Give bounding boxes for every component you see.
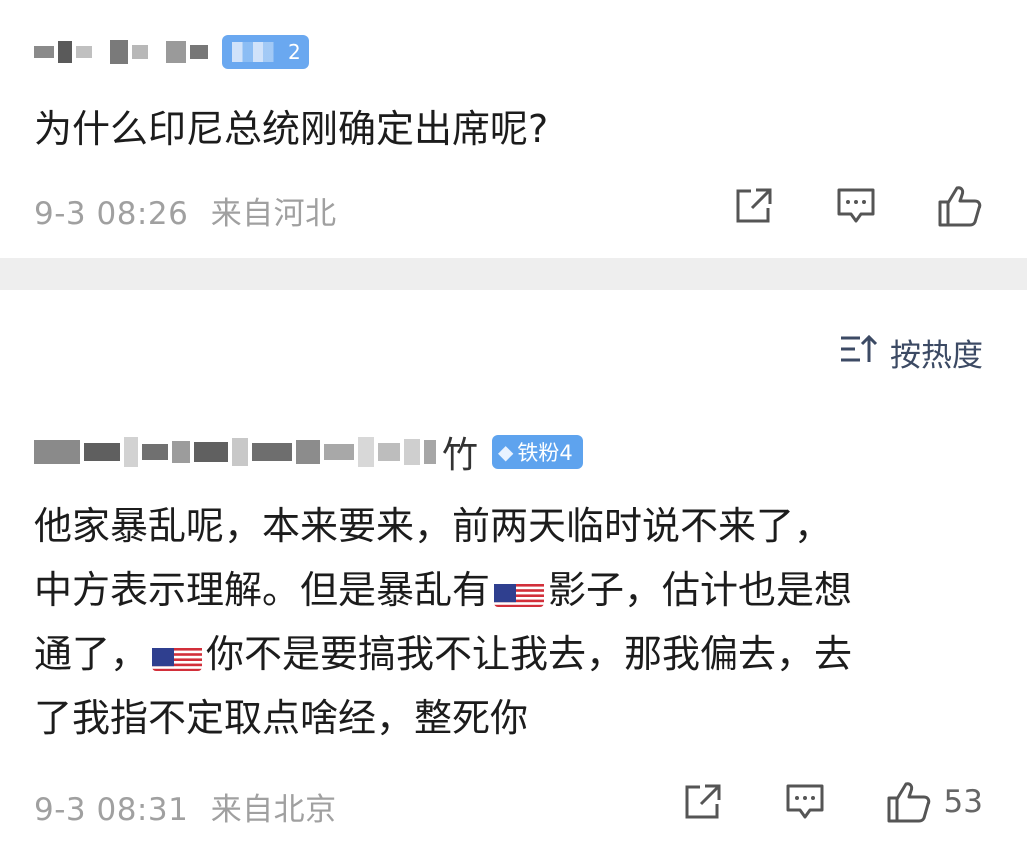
share-icon (682, 782, 724, 822)
fan-level-badge: ◆ 铁粉4 (492, 435, 583, 469)
share-icon (733, 186, 775, 226)
us-flag-icon (152, 637, 203, 671)
comment-icon (835, 186, 877, 226)
comment-time: 9-3 08:26 (34, 196, 189, 232)
share-button[interactable] (733, 186, 775, 226)
comment-meta: 9-3 08:31 来自北京 (34, 784, 337, 829)
comment-location: 来自河北 (210, 196, 337, 232)
us-flag-icon (494, 573, 545, 607)
comment-icon (784, 782, 826, 822)
like-icon (886, 780, 932, 824)
share-button[interactable] (682, 782, 724, 822)
like-icon (937, 184, 983, 228)
like-button[interactable]: 53 (886, 780, 983, 824)
diamond-icon: ◆ (498, 440, 514, 464)
comment-button[interactable] (784, 782, 826, 822)
comment-2: 按热度 竹 ◆ 铁粉4 他家暴乱呢，本来要来，前两天临时说不来了， 中方表示理解… (0, 290, 1027, 853)
sort-by-hot-button[interactable]: 按热度 (838, 330, 983, 375)
sort-icon (838, 332, 890, 374)
username-redacted[interactable] (34, 34, 212, 70)
comment-actions: 53 (622, 780, 983, 824)
comment-text: 为什么印尼总统刚确定出席呢? (34, 107, 549, 151)
comment-actions (673, 184, 983, 228)
comment-1: 2 为什么印尼总统刚确定出席呢? 9-3 08:26 来自河北 (0, 0, 1027, 258)
sort-label: 按热度 (890, 338, 983, 374)
section-divider (0, 258, 1027, 290)
badge-redacted (232, 42, 284, 62)
like-count: 53 (943, 784, 983, 820)
comment-meta: 9-3 08:26 来自河北 (34, 188, 337, 233)
comment-author[interactable]: 2 (34, 34, 309, 70)
comment-time: 9-3 08:31 (34, 792, 189, 828)
comment-text: 他家暴乱呢，本来要来，前两天临时说不来了， 中方表示理解。但是暴乱有 影子，估计也… (34, 504, 853, 740)
username-redacted[interactable] (34, 434, 440, 470)
comment-author[interactable]: 竹 ◆ 铁粉4 (34, 426, 583, 478)
username-tail[interactable]: 竹 (442, 426, 478, 478)
like-button[interactable] (937, 184, 983, 228)
comment-location: 来自北京 (210, 792, 337, 828)
comment-button[interactable] (835, 186, 877, 226)
user-level-badge: 2 (222, 35, 309, 69)
